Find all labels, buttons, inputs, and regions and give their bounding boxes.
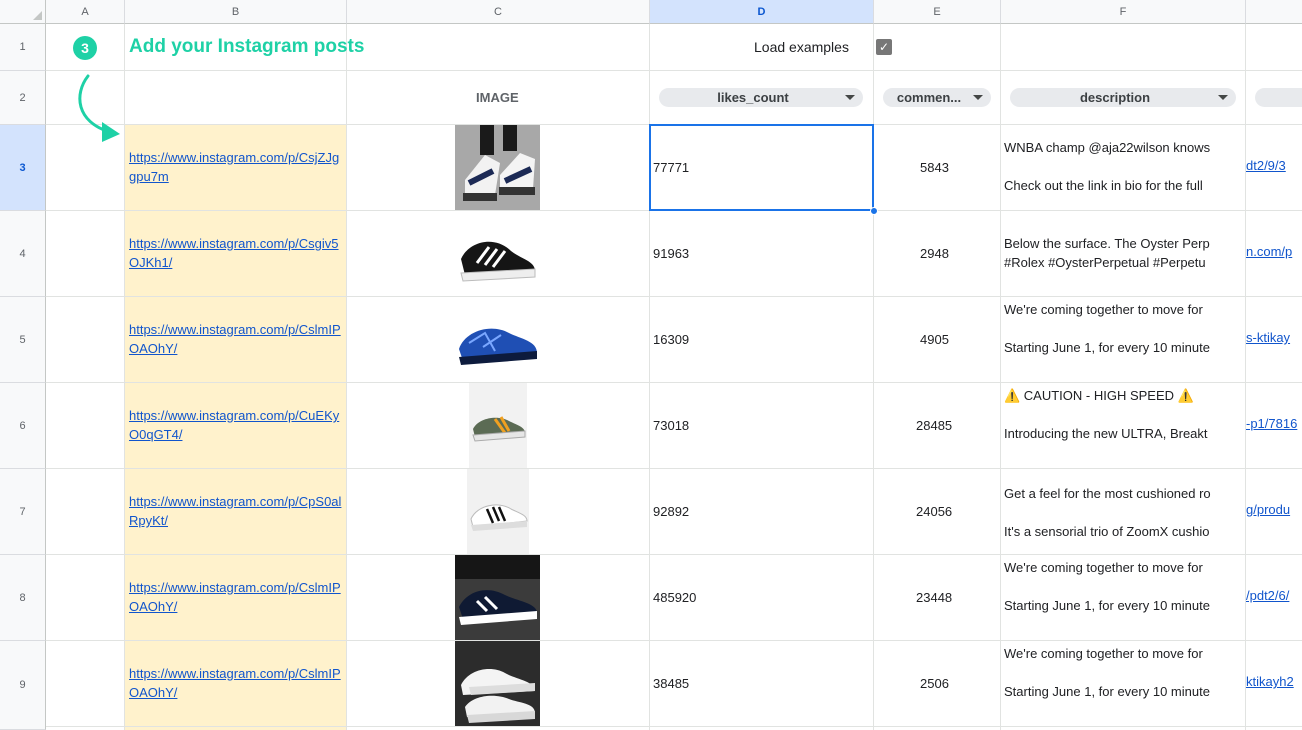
description-line: ⚠️ CAUTION - HIGH SPEED ⚠️: [1004, 388, 1194, 403]
column-header-b[interactable]: B: [125, 0, 347, 24]
spreadsheet-grid: A B C D E F 1 2 3 4 5 6 7 8 9 3 Add your…: [0, 0, 1302, 730]
row-header-2[interactable]: 2: [0, 71, 46, 125]
product-link[interactable]: -p1/7816: [1246, 416, 1302, 431]
description-line: It's a sensorial trio of ZoomX cushio: [1004, 524, 1210, 539]
checkmark-icon: ✓: [878, 40, 890, 54]
description-cell[interactable]: Get a feel for the most cushioned ro It'…: [1004, 484, 1244, 560]
row-header-8[interactable]: 8: [0, 555, 46, 641]
row-header-7[interactable]: 7: [0, 469, 46, 555]
shoe-image: [455, 125, 540, 210]
curved-arrow-icon: [78, 74, 120, 142]
description-line: Introducing the new ULTRA, Breakt: [1004, 426, 1208, 441]
post-url-link[interactable]: https://www.instagram.com/p/CslmIPOAOhY/: [129, 664, 345, 702]
likes-count-cell[interactable]: 485920: [653, 590, 696, 605]
likes-count-filter[interactable]: likes_count: [659, 88, 863, 107]
column-header-c[interactable]: C: [347, 0, 650, 24]
comments-count-filter[interactable]: commen...: [883, 88, 991, 107]
likes-count-cell[interactable]: 73018: [653, 418, 689, 433]
description-line: We're coming together to move for: [1004, 646, 1203, 661]
product-link[interactable]: s-ktikay: [1246, 330, 1302, 345]
column-header-g[interactable]: [1246, 0, 1302, 24]
description-cell[interactable]: We're coming together to move for Starti…: [1004, 644, 1244, 726]
description-line: Starting June 1, for every 10 minute: [1004, 598, 1210, 613]
likes-count-cell[interactable]: 16309: [653, 332, 689, 347]
shoe-image: [455, 297, 540, 382]
shoe-image: [455, 211, 540, 296]
next-column-filter[interactable]: [1255, 88, 1302, 107]
fill-handle[interactable]: [870, 207, 878, 215]
description-cell[interactable]: We're coming together to move for Starti…: [1004, 558, 1244, 640]
product-link[interactable]: ktikayh2: [1246, 674, 1302, 689]
row-header-3[interactable]: 3: [0, 125, 46, 211]
description-line: Starting June 1, for every 10 minute: [1004, 340, 1210, 355]
row-header-9[interactable]: 9: [0, 641, 46, 730]
description-cell[interactable]: WNBA champ @aja22wilson knows Check out …: [1004, 138, 1244, 214]
page-title: Add your Instagram posts: [129, 36, 365, 57]
product-link[interactable]: /pdt2/6/: [1246, 588, 1302, 603]
likes-count-header-label: likes_count: [717, 90, 789, 105]
post-url-link[interactable]: https://www.instagram.com/p/CslmIPOAOhY/: [129, 578, 345, 616]
description-filter[interactable]: description: [1010, 88, 1236, 107]
likes-count-cell[interactable]: 91963: [653, 246, 689, 261]
column-header-f[interactable]: F: [1001, 0, 1246, 24]
load-examples-label: Load examples: [754, 39, 849, 55]
comments-count-cell[interactable]: 2506: [920, 676, 949, 691]
row-header-4[interactable]: 4: [0, 211, 46, 297]
row-header-1[interactable]: 1: [0, 24, 46, 71]
description-line: Get a feel for the most cushioned ro: [1004, 486, 1211, 501]
post-url-link[interactable]: https://www.instagram.com/p/CsjZJggpu7m: [129, 148, 345, 186]
comments-count-header-label: commen...: [896, 90, 962, 105]
step-badge: 3: [73, 36, 97, 60]
likes-count-cell[interactable]: 38485: [653, 676, 689, 691]
post-url-link[interactable]: https://www.instagram.com/p/CuEKyO0qGT4/: [129, 406, 345, 444]
product-link[interactable]: g/produ: [1246, 502, 1302, 517]
column-header-e[interactable]: E: [874, 0, 1001, 24]
caret-down-icon: [845, 95, 855, 100]
comments-count-cell[interactable]: 5843: [920, 160, 949, 175]
comments-count-cell[interactable]: 24056: [916, 504, 952, 519]
post-url-link[interactable]: https://www.instagram.com/p/CpS0alRpyKt/: [129, 492, 345, 530]
description-line: Below the surface. The Oyster Perp: [1004, 236, 1210, 251]
load-examples-checkbox[interactable]: ✓: [876, 39, 892, 55]
description-line: #Rolex #OysterPerpetual #Perpetu: [1004, 255, 1206, 270]
column-header-a[interactable]: A: [46, 0, 125, 24]
description-line: We're coming together to move for: [1004, 560, 1203, 575]
shoe-image: [455, 641, 540, 726]
shoe-image: [455, 555, 540, 640]
comments-count-cell[interactable]: 2948: [920, 246, 949, 261]
description-cell[interactable]: We're coming together to move for Starti…: [1004, 300, 1244, 382]
description-line: Check out the link in bio for the full: [1004, 178, 1203, 193]
post-url-link[interactable]: https://www.instagram.com/p/Csgiv5OJKh1/: [129, 234, 345, 272]
description-cell[interactable]: ⚠️ CAUTION - HIGH SPEED ⚠️ Introducing t…: [1004, 386, 1244, 468]
image-header: IMAGE: [476, 90, 519, 105]
description-cell[interactable]: Below the surface. The Oyster Perp #Role…: [1004, 234, 1244, 272]
row-header-5[interactable]: 5: [0, 297, 46, 383]
description-line: We're coming together to move for: [1004, 302, 1203, 317]
shoe-image: [467, 469, 529, 554]
shoe-image: [469, 383, 527, 468]
product-link[interactable]: n.com/p: [1246, 244, 1302, 259]
comments-count-cell[interactable]: 28485: [916, 418, 952, 433]
row-header-6[interactable]: 6: [0, 383, 46, 469]
description-header-label: description: [1079, 90, 1151, 105]
column-header-d[interactable]: D: [650, 0, 874, 24]
comments-count-cell[interactable]: 4905: [920, 332, 949, 347]
caret-down-icon: [973, 95, 983, 100]
comments-count-cell[interactable]: 23448: [916, 590, 952, 605]
description-line: WNBA champ @aja22wilson knows: [1004, 140, 1211, 155]
description-line: Starting June 1, for every 10 minute: [1004, 684, 1210, 699]
likes-count-cell[interactable]: 92892: [653, 504, 689, 519]
caret-down-icon: [1218, 95, 1228, 100]
select-all-corner[interactable]: [0, 0, 46, 24]
product-link[interactable]: dt2/9/3: [1246, 158, 1302, 173]
active-cell-selection: [649, 124, 874, 211]
post-url-link[interactable]: https://www.instagram.com/p/CslmIPOAOhY/: [129, 320, 345, 358]
